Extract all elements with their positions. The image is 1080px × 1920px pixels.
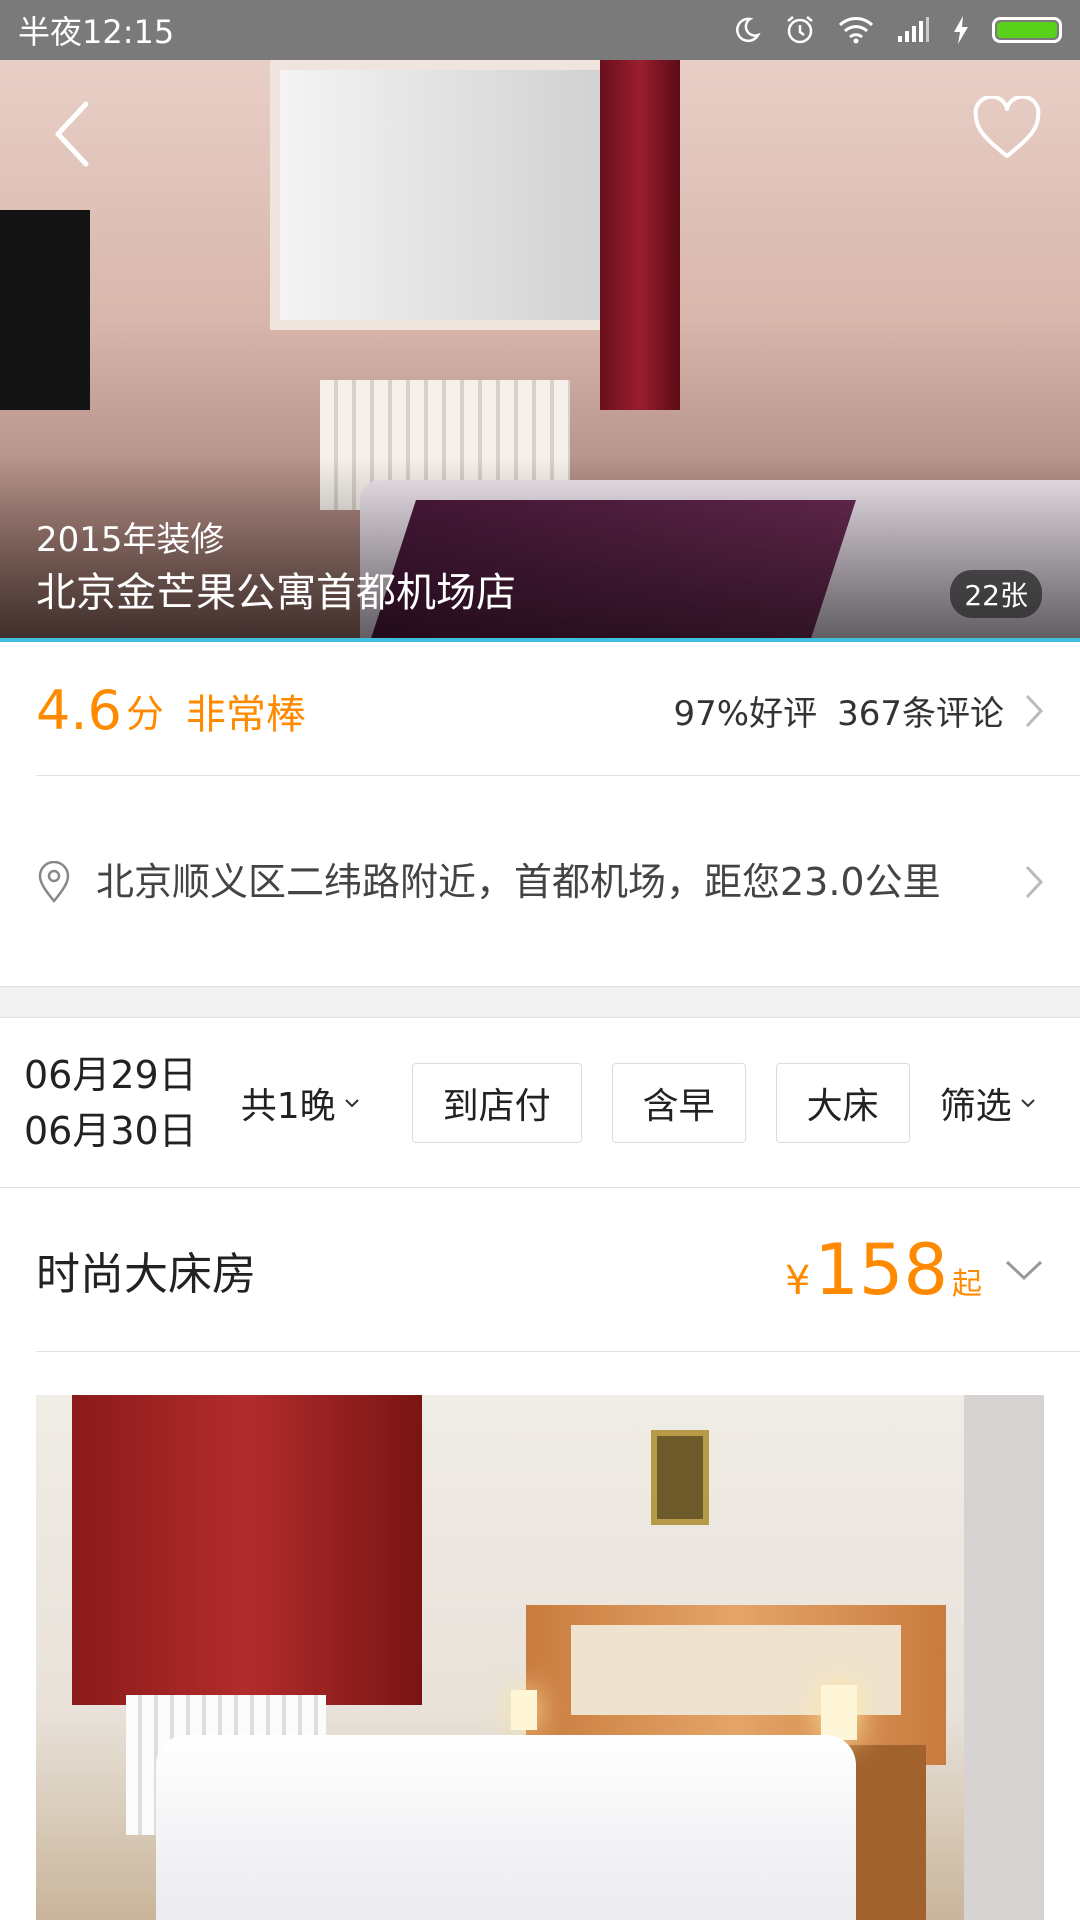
location-row[interactable]: 北京顺义区二纬路附近，首都机场，距您23.0公里 xyxy=(36,778,1080,986)
room-name: 时尚大床房 xyxy=(36,1248,256,1300)
rating-score-unit: 分 xyxy=(125,692,164,736)
tag-pay-at-hotel[interactable]: 到店付 xyxy=(411,1062,582,1143)
rating-label: 非常棒 xyxy=(185,691,306,738)
location-text: 北京顺义区二纬路附近，首都机场，距您23.0公里 xyxy=(96,860,941,904)
photo-count-badge[interactable]: 22张 xyxy=(950,570,1042,618)
room-photo-bed xyxy=(156,1735,856,1920)
nights-selector[interactable]: 共1晚 xyxy=(241,1077,360,1129)
expand-chevron-icon[interactable] xyxy=(1004,1258,1044,1282)
room-photo-curtain xyxy=(72,1395,422,1705)
checkin-date: 06月29日 xyxy=(24,1052,197,1097)
chevron-down-icon xyxy=(344,1098,359,1107)
location-pin-icon xyxy=(38,861,70,903)
back-arrow-icon[interactable] xyxy=(44,94,104,174)
renovation-year: 2015年装修 xyxy=(36,520,225,560)
price-suffix: 起 xyxy=(952,1266,982,1302)
tag-breakfast[interactable]: 含早 xyxy=(611,1062,746,1143)
review-count: 367条评论 xyxy=(837,694,1004,734)
signal-icon xyxy=(898,17,929,42)
room-photo-lamp-right xyxy=(821,1685,857,1740)
positive-rate: 97%好评 xyxy=(673,694,818,734)
battery-icon xyxy=(992,17,1062,43)
photo-curtain xyxy=(600,60,680,410)
status-icons xyxy=(732,14,1062,46)
room-photo-wall xyxy=(964,1395,1044,1920)
review-summary: 97%好评 367条评论 xyxy=(674,686,1080,735)
section-divider xyxy=(0,986,1080,1018)
room-photo-frame xyxy=(651,1430,709,1525)
moon-icon xyxy=(736,17,761,43)
rating-row[interactable]: 4.6 分 非常棒 97%好评 367条评论 xyxy=(36,646,1080,776)
date-range[interactable]: 06月29日 06月30日 xyxy=(24,1047,197,1159)
chevron-down-icon xyxy=(1020,1098,1035,1107)
checkout-date: 06月30日 xyxy=(24,1108,197,1153)
hotel-hero-photo[interactable]: 2015年装修 北京金芒果公寓首都机场店 22张 xyxy=(0,60,1080,642)
price-currency: ¥ xyxy=(784,1257,811,1304)
tag-big-bed[interactable]: 大床 xyxy=(775,1062,910,1143)
charging-icon xyxy=(954,16,968,44)
room-type-row[interactable]: 时尚大床房 ¥ 158 起 xyxy=(36,1188,1080,1352)
room-photo[interactable] xyxy=(36,1395,1044,1920)
wifi-icon xyxy=(838,17,874,44)
status-time: 半夜12:15 xyxy=(18,13,175,51)
battery-fill xyxy=(997,22,1057,38)
nights-label: 共1晚 xyxy=(240,1085,336,1127)
chevron-right-icon xyxy=(1025,865,1044,899)
chevron-right-icon xyxy=(1025,694,1044,727)
rating-score: 4.6 xyxy=(36,679,122,742)
room-price: ¥ 158 起 xyxy=(785,1229,982,1311)
alarm-icon xyxy=(787,16,813,44)
hotel-name: 北京金芒果公寓首都机场店 xyxy=(36,570,516,616)
photo-window xyxy=(270,60,630,330)
status-bar: 半夜12:15 xyxy=(0,0,1080,60)
room-photo-lamp-left xyxy=(511,1690,537,1730)
photo-tv xyxy=(0,210,90,410)
filter-label: 筛选 xyxy=(939,1085,1012,1127)
filter-row: 06月29日 06月30日 共1晚 到店付 含早 大床 筛选 xyxy=(0,1018,1080,1188)
filter-button[interactable]: 筛选 xyxy=(940,1077,1036,1129)
heart-icon[interactable] xyxy=(972,96,1042,162)
price-amount: 158 xyxy=(814,1228,948,1311)
